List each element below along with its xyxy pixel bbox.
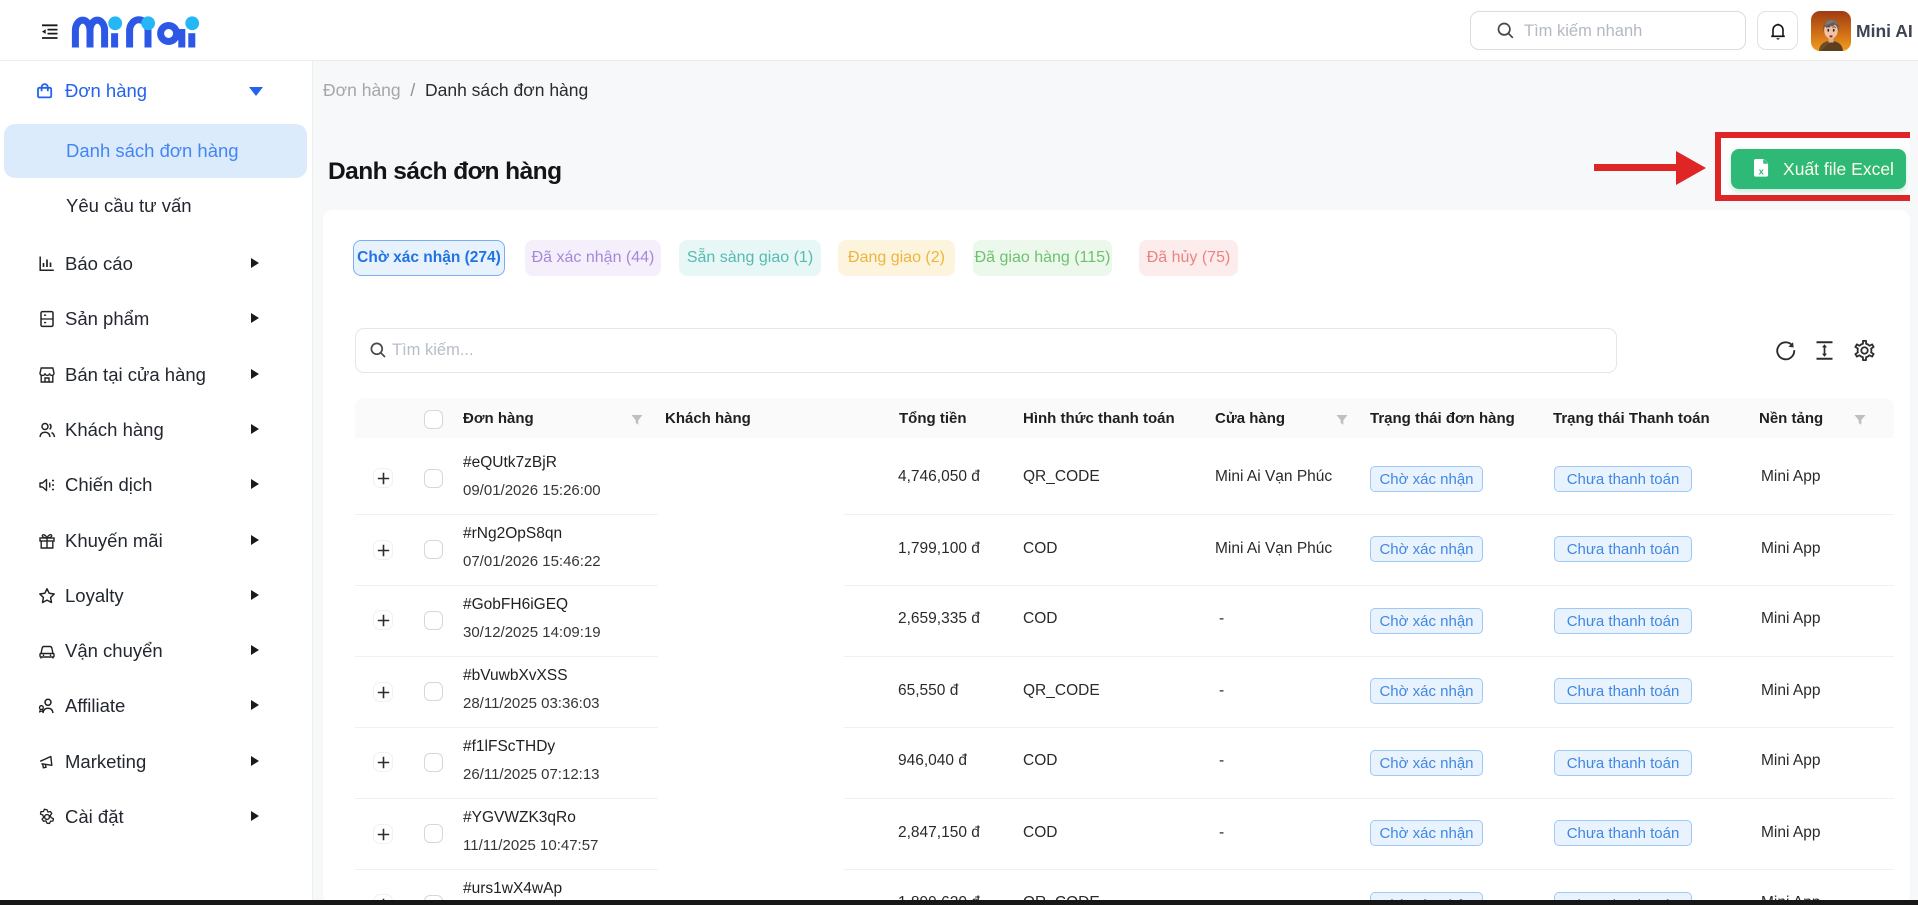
svg-text:x: x [1759, 166, 1765, 177]
